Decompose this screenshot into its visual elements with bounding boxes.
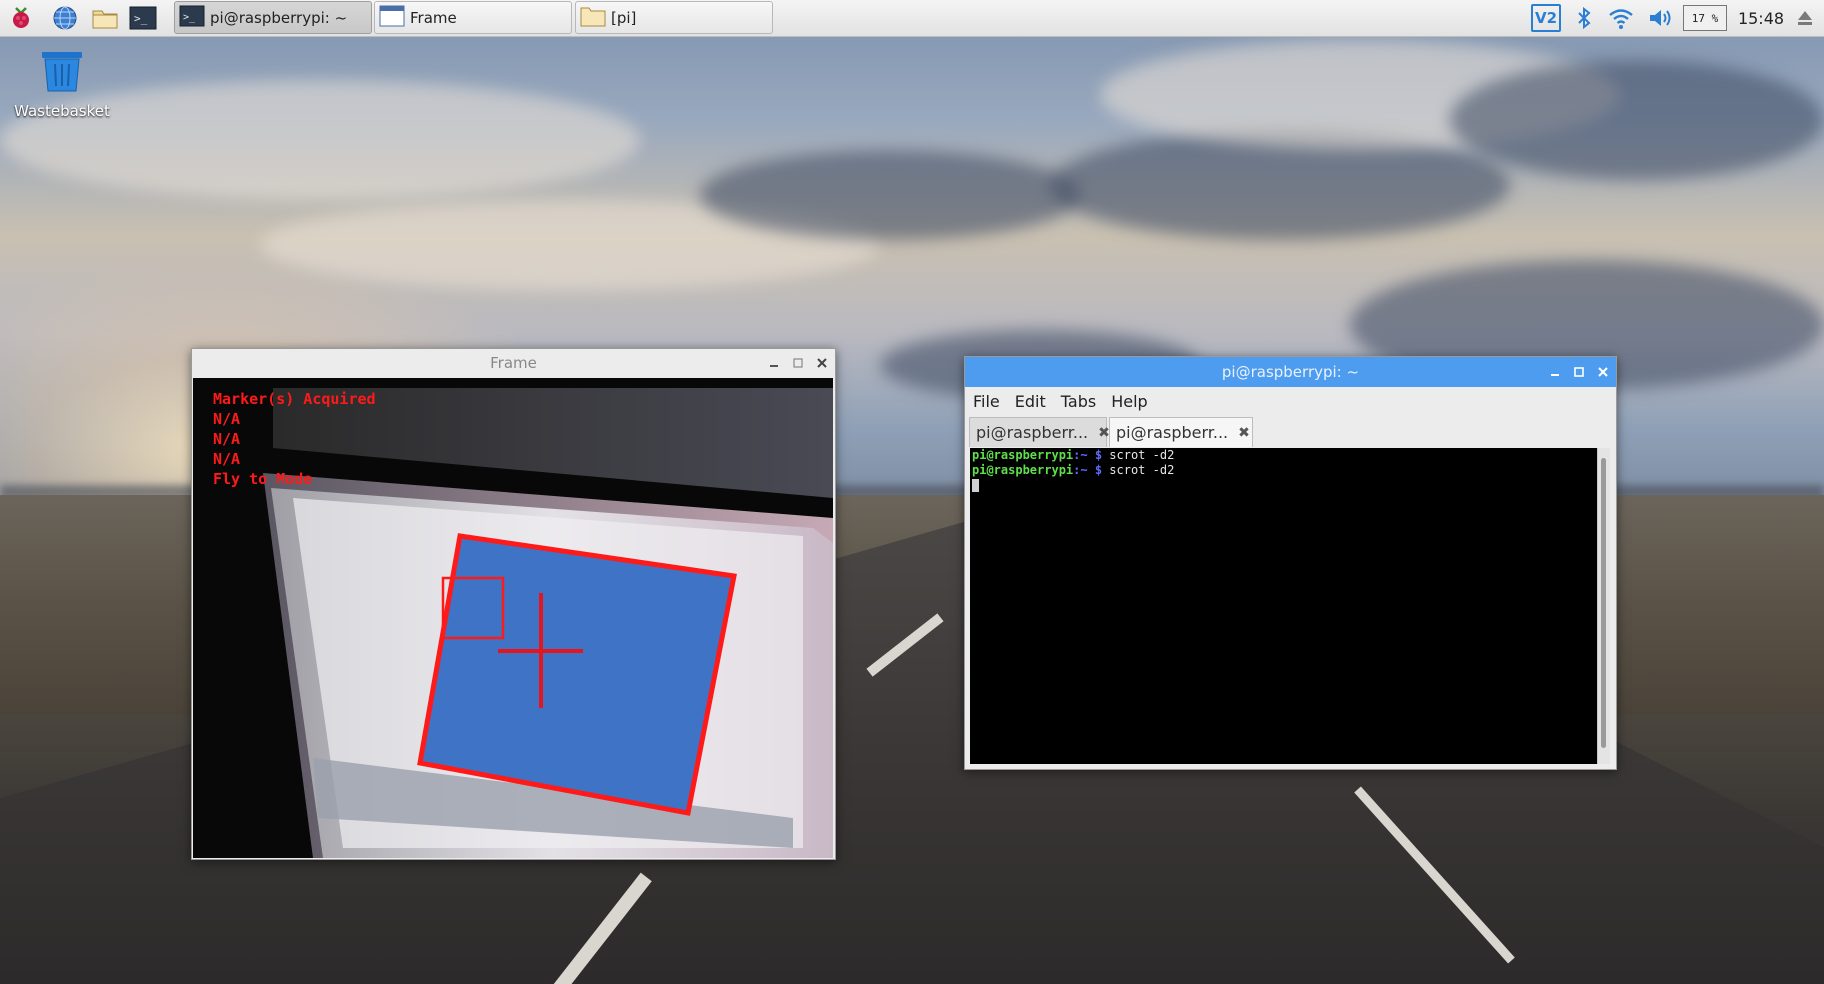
prompt-user: pi@raspberrypi bbox=[972, 448, 1074, 462]
overlay-line: Fly to Mode bbox=[213, 470, 313, 488]
volume-icon[interactable] bbox=[1644, 0, 1678, 36]
prompt-path: :~ bbox=[1073, 448, 1088, 462]
task-file-manager[interactable]: [pi] bbox=[575, 1, 773, 34]
command-text: scrot -d2 bbox=[1102, 448, 1175, 462]
tab-label: pi@raspberr... bbox=[976, 423, 1089, 442]
terminal-scrollbar[interactable] bbox=[1597, 448, 1610, 764]
tab-terminal-1[interactable]: pi@raspberr... ✖ bbox=[969, 417, 1110, 447]
vnc-label: V2 bbox=[1531, 4, 1561, 32]
taskbar: >_ >_ pi@raspberrypi: ~ Frame [pi] V2 17… bbox=[0, 0, 1824, 37]
tab-terminal-2[interactable]: pi@raspberr... ✖ bbox=[1109, 417, 1253, 447]
overlay-line: Marker(s) Acquired bbox=[213, 390, 376, 408]
window-title: Frame bbox=[490, 354, 537, 372]
close-tab-icon[interactable]: ✖ bbox=[1238, 425, 1250, 441]
tab-label: pi@raspberr... bbox=[1116, 423, 1229, 442]
text-cursor bbox=[972, 479, 979, 492]
vnc-icon[interactable]: V2 bbox=[1528, 0, 1564, 36]
clock[interactable]: 15:48 bbox=[1734, 0, 1788, 36]
eject-icon[interactable] bbox=[1792, 0, 1818, 36]
terminal-window: pi@raspberrypi: ~ File Edit Tabs Help pi… bbox=[964, 356, 1617, 770]
terminal-line: pi@raspberrypi:~ $ scrot -d2 bbox=[970, 448, 1610, 463]
minimize-button[interactable] bbox=[767, 356, 781, 370]
camera-feed: Marker(s) Acquired N/A N/A N/A Fly to Mo… bbox=[193, 378, 833, 858]
terminal-line: pi@raspberrypi:~ $ scrot -d2 bbox=[970, 463, 1610, 478]
close-button[interactable] bbox=[815, 356, 829, 370]
web-browser-icon[interactable] bbox=[50, 3, 80, 33]
command-text: scrot -d2 bbox=[1102, 463, 1175, 477]
svg-text:>_: >_ bbox=[183, 12, 196, 23]
frame-titlebar[interactable]: Frame bbox=[192, 349, 835, 377]
maximize-button[interactable] bbox=[1572, 365, 1586, 379]
scrollbar-thumb[interactable] bbox=[1601, 458, 1606, 748]
minimize-button[interactable] bbox=[1548, 365, 1562, 379]
overlay-line: N/A bbox=[213, 430, 241, 448]
overlay-line: N/A bbox=[213, 450, 241, 468]
terminal-tabs: pi@raspberr... ✖ pi@raspberr... ✖ bbox=[965, 415, 1616, 447]
task-label: Frame bbox=[410, 8, 457, 27]
window-icon bbox=[379, 5, 405, 31]
menu-edit[interactable]: Edit bbox=[1015, 392, 1046, 411]
terminal-icon: >_ bbox=[179, 5, 205, 31]
raspberry-menu-icon[interactable] bbox=[6, 3, 36, 33]
svg-text:>_: >_ bbox=[134, 12, 148, 25]
task-label: pi@raspberrypi: ~ bbox=[210, 8, 348, 27]
task-frame[interactable]: Frame bbox=[374, 1, 572, 34]
prompt-user: pi@raspberrypi bbox=[972, 463, 1074, 477]
bluetooth-icon[interactable] bbox=[1570, 0, 1598, 36]
cpu-monitor[interactable]: 17 % bbox=[1680, 0, 1730, 36]
trash-icon bbox=[42, 52, 82, 92]
menu-tabs[interactable]: Tabs bbox=[1061, 392, 1096, 411]
prompt-path: :~ bbox=[1073, 463, 1088, 477]
prompt-symbol: $ bbox=[1087, 448, 1103, 462]
cloud bbox=[700, 150, 1080, 240]
cloud bbox=[1450, 60, 1824, 180]
overlay-status: Marker(s) Acquired N/A N/A N/A Fly to Mo… bbox=[213, 389, 376, 489]
cpu-usage: 17 % bbox=[1683, 5, 1727, 31]
prompt-symbol: $ bbox=[1087, 463, 1103, 477]
menu-help[interactable]: Help bbox=[1111, 392, 1147, 411]
close-button[interactable] bbox=[1596, 365, 1610, 379]
maximize-button[interactable] bbox=[791, 356, 805, 370]
desktop-icon-label: Wastebasket bbox=[14, 102, 110, 120]
frame-window: Frame Marker(s) Acquired N/A N/A N/A Fly… bbox=[191, 348, 836, 860]
file-manager-icon[interactable] bbox=[90, 3, 120, 33]
window-title: pi@raspberrypi: ~ bbox=[1221, 363, 1360, 381]
desktop-icon-wastebasket[interactable]: Wastebasket bbox=[14, 48, 110, 120]
folder-icon bbox=[580, 5, 606, 31]
menu-file[interactable]: File bbox=[973, 392, 1000, 411]
task-terminal[interactable]: >_ pi@raspberrypi: ~ bbox=[174, 1, 372, 34]
task-label: [pi] bbox=[611, 8, 637, 27]
terminal-icon[interactable]: >_ bbox=[128, 3, 158, 33]
terminal-titlebar[interactable]: pi@raspberrypi: ~ bbox=[965, 357, 1616, 387]
terminal-menubar: File Edit Tabs Help bbox=[965, 387, 1616, 415]
wifi-icon[interactable] bbox=[1604, 0, 1638, 36]
overlay-line: N/A bbox=[213, 410, 241, 428]
terminal-output[interactable]: pi@raspberrypi:~ $ scrot -d2 pi@raspberr… bbox=[970, 448, 1610, 764]
